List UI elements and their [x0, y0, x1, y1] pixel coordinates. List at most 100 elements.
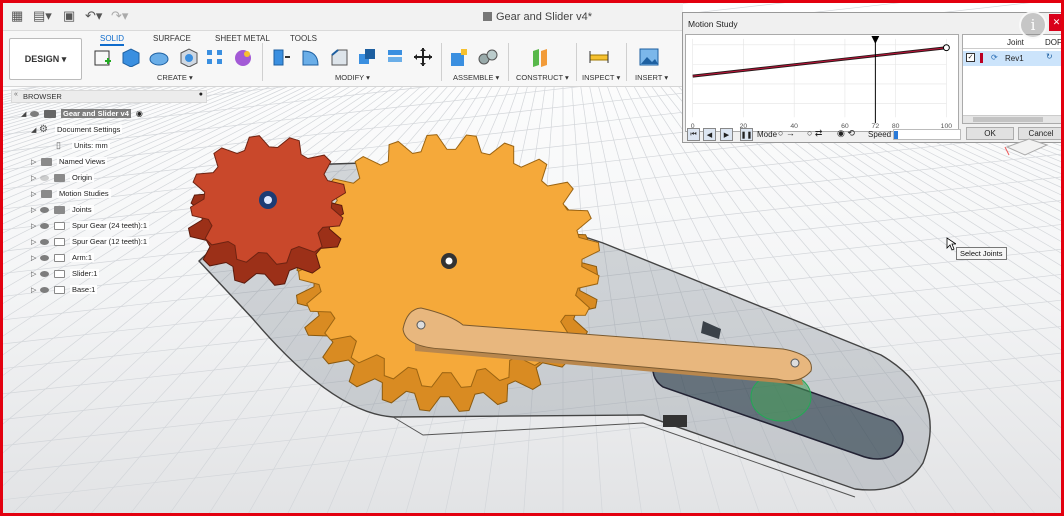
speed-slider[interactable] [893, 129, 961, 140]
group-modify[interactable]: MODIFY ▾ [335, 73, 370, 82]
group-insert[interactable]: INSERT ▾ [635, 73, 668, 82]
group-construct[interactable]: CONSTRUCT ▾ [516, 73, 569, 82]
tree-root[interactable]: ◢ Gear and Slider v4 ◉ [21, 107, 143, 120]
tree-item-label: Spur Gear (24 teeth):1 [70, 221, 150, 230]
component-icon [54, 253, 65, 262]
mode-label: Mode [757, 130, 778, 139]
tree-item-gear-24[interactable]: ▷ Spur Gear (24 teeth):1 [31, 219, 150, 232]
joint-table-header: Joint DOF [963, 35, 1061, 49]
visibility-eye-icon[interactable] [39, 286, 52, 294]
revolute-joint-icon: ⟳ [991, 53, 998, 62]
close-icon[interactable]: ✕ [1049, 14, 1061, 31]
press-pull-icon[interactable] [271, 47, 291, 67]
expand-icon[interactable]: ▷ [31, 158, 39, 166]
visibility-eye-icon[interactable] [39, 222, 52, 230]
playhead-marker-icon[interactable] [871, 35, 880, 44]
measure-icon[interactable] [589, 47, 609, 67]
offset-plane-icon[interactable] [530, 47, 550, 67]
file-menu-icon[interactable]: ▤▾ [33, 9, 52, 23]
save-icon[interactable]: ▣ [63, 9, 75, 23]
extrude-icon[interactable] [120, 47, 140, 67]
visibility-eye-icon[interactable] [39, 206, 52, 214]
visibility-eye-icon[interactable] [39, 270, 52, 278]
tree-item-label: Named Views [57, 157, 108, 166]
shell-icon[interactable] [178, 47, 198, 67]
move-icon[interactable] [413, 47, 433, 67]
pattern-icon[interactable] [205, 47, 225, 67]
speed-slider-thumb[interactable] [894, 131, 898, 139]
expand-icon[interactable]: ▷ [31, 174, 39, 182]
tree-item-label: Base:1 [70, 285, 98, 294]
tree-item-origin[interactable]: ▷ Origin [31, 171, 95, 184]
joint-icon[interactable] [478, 47, 498, 67]
expand-icon[interactable]: ▷ [31, 206, 39, 214]
insert-image-icon[interactable] [639, 47, 659, 67]
tree-item-label: Spur Gear (12 teeth):1 [70, 237, 150, 246]
tree-item-joints[interactable]: ▷ Joints [31, 203, 94, 216]
mode-once-radio[interactable]: ○ → [778, 128, 795, 138]
expand-icon[interactable]: ▷ [31, 286, 39, 294]
mode-loop-radio[interactable]: ◉ ⟲ [837, 128, 855, 139]
pause-button[interactable]: ❚❚ [740, 128, 753, 141]
visibility-eye-icon[interactable] [39, 174, 52, 182]
group-assemble[interactable]: ASSEMBLE ▾ [453, 73, 499, 82]
revolve-icon[interactable] [149, 47, 169, 67]
chamfer-icon[interactable] [329, 47, 349, 67]
tab-tools[interactable]: TOOLS [290, 34, 317, 43]
tab-sheet-metal[interactable]: SHEET METAL [215, 34, 270, 43]
collapse-arrows-icon[interactable]: « [14, 91, 18, 98]
tree-item-motion-studies[interactable]: ▷ Motion Studies [31, 187, 111, 200]
visibility-eye-icon[interactable] [29, 110, 42, 118]
motion-timeline-graph[interactable]: 0 20 40 60 72 80 100 [685, 34, 959, 132]
tree-item-units[interactable]: ▯ Units: mm [56, 139, 110, 152]
workspace-switcher[interactable]: DESIGN ▾ [9, 38, 82, 80]
tab-solid[interactable]: SOLID [100, 34, 125, 46]
tab-surface[interactable]: SURFACE [153, 34, 191, 43]
play-button[interactable]: ▶ [720, 128, 733, 141]
tree-item-named-views[interactable]: ▷ Named Views [31, 155, 108, 168]
joint-row[interactable]: ✓ ⟳ Rev1 ↻ [963, 51, 1061, 66]
curve-endpoint-handle[interactable] [942, 44, 950, 52]
create-form-icon[interactable] [233, 47, 253, 67]
tree-item-gear-12[interactable]: ▷ Spur Gear (12 teeth):1 [31, 235, 150, 248]
tree-item-slider[interactable]: ▷ Slider:1 [31, 267, 100, 280]
split-body-icon[interactable] [385, 47, 405, 67]
browser-pin-icon[interactable]: ● [199, 91, 203, 98]
new-component-icon[interactable] [449, 47, 469, 67]
tree-item-document-settings[interactable]: ◢ ⚙ Document Settings [31, 123, 123, 136]
activate-radio-icon[interactable]: ◉ [136, 109, 143, 118]
redo-icon[interactable]: ↷▾ [111, 9, 128, 23]
app-grid-icon[interactable]: ▦ [11, 9, 23, 23]
tree-item-base[interactable]: ▷ Base:1 [31, 283, 98, 296]
motion-study-dialog: Motion Study 0 20 40 60 72 80 100 Joint DOF ✓ … [682, 12, 1061, 143]
component-icon [54, 285, 65, 294]
tree-item-label: Joints [70, 205, 94, 214]
tree-item-label: Document Settings [55, 125, 123, 134]
mode-reverse-radio[interactable]: ○ ⇄ [807, 128, 822, 139]
browser-header[interactable]: « BROWSER ● [11, 90, 207, 103]
tree-item-arm[interactable]: ▷ Arm:1 [31, 251, 95, 264]
undo-icon[interactable]: ↶▾ [85, 9, 102, 23]
visibility-eye-icon[interactable] [39, 238, 52, 246]
tooltip: Select Joints [956, 247, 1007, 260]
expand-icon[interactable]: ▷ [31, 238, 39, 246]
fillet-icon[interactable] [300, 47, 320, 67]
expand-icon[interactable]: ▷ [31, 270, 39, 278]
joint-checkbox[interactable]: ✓ [966, 53, 975, 62]
view-cube-icon[interactable] [999, 133, 1049, 163]
group-inspect[interactable]: INSPECT ▾ [582, 73, 620, 82]
group-create[interactable]: CREATE ▾ [157, 73, 193, 82]
info-icon[interactable]: i [1019, 11, 1047, 39]
expand-icon[interactable]: ▷ [31, 190, 39, 198]
expand-icon[interactable]: ◢ [21, 110, 29, 118]
visibility-eye-icon[interactable] [39, 254, 52, 262]
speed-label: Speed [868, 130, 892, 139]
expand-icon[interactable]: ▷ [31, 254, 39, 262]
expand-icon[interactable]: ◢ [31, 126, 39, 134]
expand-icon[interactable]: ▷ [31, 222, 39, 230]
step-back-button[interactable]: ◀ [703, 128, 716, 141]
combine-icon[interactable] [357, 47, 377, 67]
go-to-start-button[interactable]: ⏮ [687, 128, 700, 141]
create-sketch-icon[interactable] [93, 47, 113, 67]
joint-table-scrollbar[interactable] [963, 115, 1061, 123]
